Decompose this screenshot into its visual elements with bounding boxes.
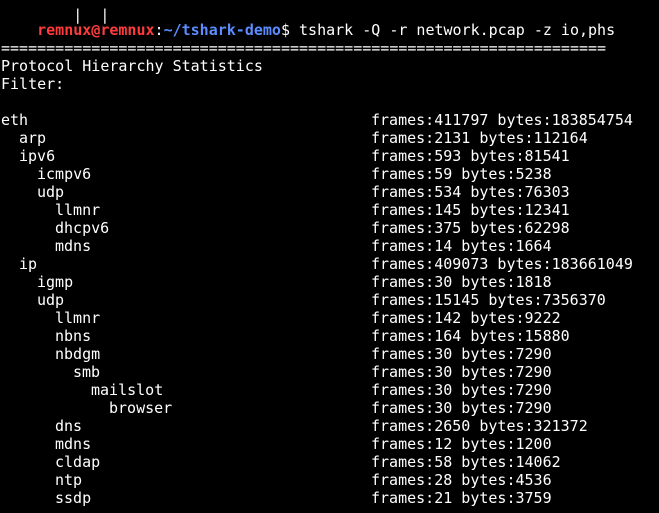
- protocol-name: cldap: [55, 453, 101, 471]
- protocol-stats: frames:30 bytes:1818: [371, 273, 552, 291]
- protocol-stats: frames:2131 bytes:112164: [371, 129, 588, 147]
- protocol-stats: frames:28 bytes:4536: [371, 471, 552, 489]
- protocol-row: smb frames:30 bytes:7290: [1, 363, 659, 381]
- protocol-stats: frames:142 bytes:9222: [371, 309, 561, 327]
- protocol-name: dhcpv6: [55, 219, 110, 237]
- protocol-row: llmnr frames:142 bytes:9222: [1, 309, 659, 327]
- protocol-name: nbns: [55, 327, 92, 345]
- protocol-row: cldap frames:58 bytes:14062: [1, 453, 659, 471]
- protocol-stats: frames:12 bytes:1200: [371, 435, 552, 453]
- protocol-stats: frames:30 bytes:7290: [371, 363, 552, 381]
- protocol-row: arp frames:2131 bytes:112164: [1, 129, 659, 147]
- protocol-stats: frames:59 bytes:5238: [371, 165, 552, 183]
- protocol-name: ip: [19, 255, 38, 273]
- protocol-name: llmnr: [55, 201, 101, 219]
- protocol-row: llmnr frames:145 bytes:12341: [1, 201, 659, 219]
- protocol-name: udp: [37, 183, 65, 201]
- protocol-row: ipv6 frames:593 bytes:81541: [1, 147, 659, 165]
- protocol-stats: frames:411797 bytes:183854754: [371, 111, 633, 129]
- protocol-stats: frames:409073 bytes:183661049: [371, 255, 633, 273]
- protocol-row: eth frames:411797 bytes:183854754: [1, 111, 659, 129]
- protocol-name: mdns: [55, 237, 92, 255]
- protocol-row: ssdp frames:21 bytes:3759: [1, 489, 659, 507]
- protocol-row: udp frames:534 bytes:76303: [1, 183, 659, 201]
- protocol-name: nbdgm: [55, 345, 101, 363]
- protocol-row: nbns frames:164 bytes:15880: [1, 327, 659, 345]
- protocol-row: ntp frames:28 bytes:4536: [1, 471, 659, 489]
- prompt-symbol: $: [280, 21, 290, 39]
- protocol-name: igmp: [37, 273, 74, 291]
- protocol-name: eth: [1, 111, 29, 129]
- protocol-name: mailslot: [91, 381, 164, 399]
- stats-title: Protocol Hierarchy Statistics: [1, 57, 263, 75]
- protocol-name: ipv6: [19, 147, 56, 165]
- protocol-stats: frames:30 bytes:7290: [371, 345, 552, 363]
- protocol-name: mdns: [55, 435, 92, 453]
- protocol-stats: frames:14 bytes:1664: [371, 237, 552, 255]
- protocol-row: dhcpv6 frames:375 bytes:62298: [1, 219, 659, 237]
- protocol-name: icmpv6: [37, 165, 92, 183]
- filter-label: Filter:: [1, 75, 65, 93]
- protocol-row: dns frames:2650 bytes:321372: [1, 417, 659, 435]
- separator-line: ========================================…: [1, 39, 607, 57]
- prompt-user-host: remnux@remnux: [37, 21, 155, 39]
- protocol-stats: frames:21 bytes:3759: [371, 489, 552, 507]
- protocol-stats: frames:593 bytes:81541: [371, 147, 570, 165]
- protocol-row: ip frames:409073 bytes:183661049: [1, 255, 659, 273]
- protocol-name: llmnr: [55, 309, 101, 327]
- protocol-row: mdns frames:12 bytes:1200: [1, 435, 659, 453]
- protocol-name: smb: [73, 363, 101, 381]
- protocol-row: igmp frames:30 bytes:1818: [1, 273, 659, 291]
- protocol-row: nbdgm frames:30 bytes:7290: [1, 345, 659, 363]
- protocol-name: browser: [109, 399, 173, 417]
- protocol-name: ntp: [55, 471, 83, 489]
- command-prompt-line: remnux@remnux:~/tshark-demo$ tshark -Q -…: [1, 3, 615, 39]
- protocol-stats: frames:15145 bytes:7356370: [371, 291, 606, 309]
- protocol-row: udp frames:15145 bytes:7356370: [1, 291, 659, 309]
- prompt-separator: :: [154, 21, 164, 39]
- prompt-path: ~/tshark-demo: [163, 21, 281, 39]
- protocol-stats: frames:30 bytes:7290: [371, 399, 552, 417]
- protocol-name: udp: [37, 291, 65, 309]
- protocol-stats: frames:534 bytes:76303: [371, 183, 570, 201]
- protocol-name: ssdp: [55, 489, 92, 507]
- protocol-stats: frames:2650 bytes:321372: [371, 417, 588, 435]
- terminal-window[interactable]: | | remnux@remnux:~/tshark-demo$ tshark …: [1, 0, 659, 513]
- protocol-row: mdns frames:14 bytes:1664: [1, 237, 659, 255]
- protocol-name: dns: [55, 417, 83, 435]
- protocol-row: mailslot frames:30 bytes:7290: [1, 381, 659, 399]
- command-text[interactable]: tshark -Q -r network.pcap -z io,phs: [299, 21, 615, 39]
- protocol-stats: frames:164 bytes:15880: [371, 327, 570, 345]
- protocol-row: browser frames:30 bytes:7290: [1, 399, 659, 417]
- protocol-stats: frames:30 bytes:7290: [371, 381, 552, 399]
- protocol-stats: frames:375 bytes:62298: [371, 219, 570, 237]
- protocol-stats: frames:145 bytes:12341: [371, 201, 570, 219]
- protocol-name: arp: [19, 129, 47, 147]
- protocol-stats: frames:58 bytes:14062: [371, 453, 561, 471]
- clipped-bottom-row: [1, 507, 659, 513]
- protocol-row: icmpv6 frames:59 bytes:5238: [1, 165, 659, 183]
